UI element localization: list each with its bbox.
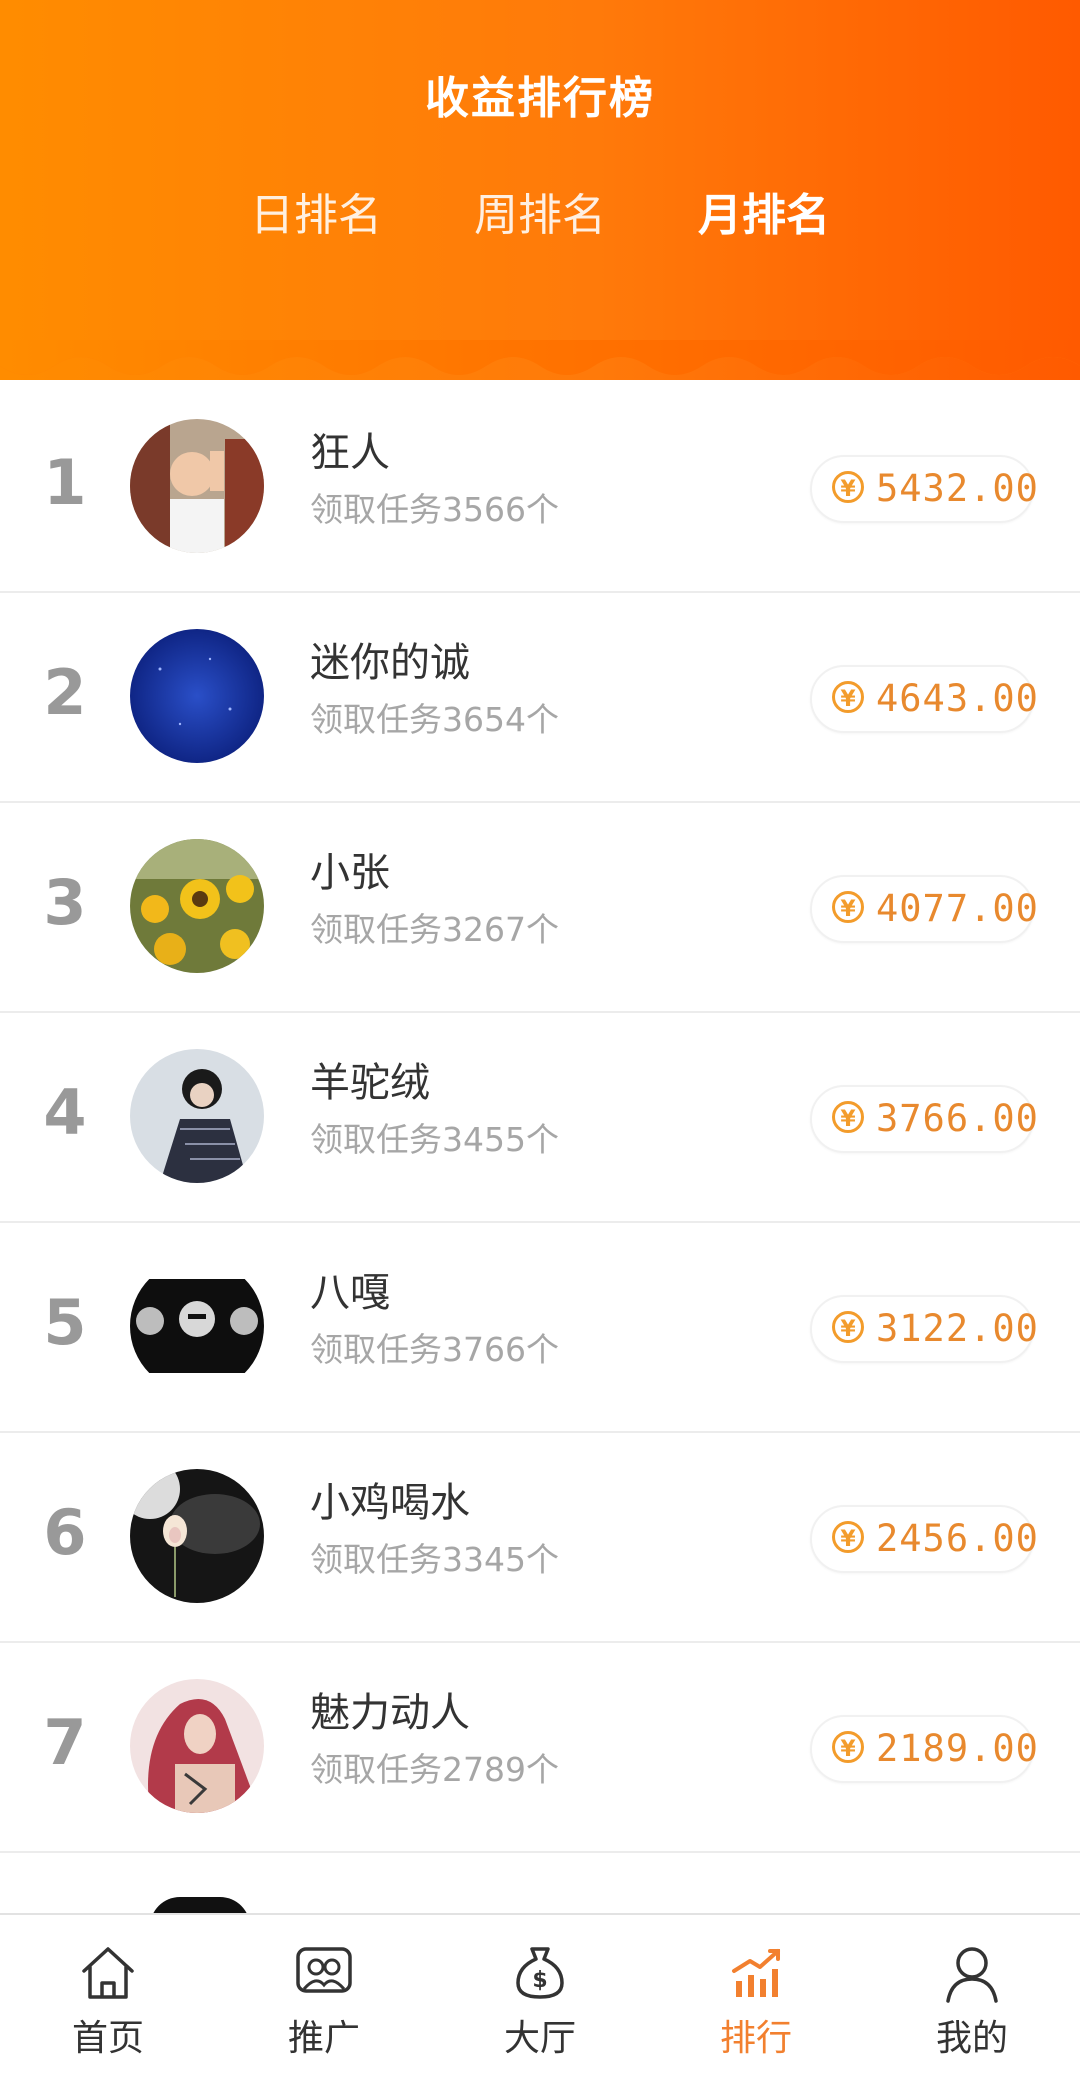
earnings-badge: ¥ 2189.00 (810, 1715, 1038, 1783)
earnings-amount: 2456.00 (876, 1517, 1039, 1560)
earnings-amount: 5432.00 (876, 467, 1039, 510)
ranking-row[interactable]: 7 魅力动人 领取任务2789个 ¥ 2189.00 (0, 1643, 1080, 1853)
rank-number: 1 (43, 446, 87, 519)
nav-mine[interactable]: 我的 (864, 1915, 1080, 2099)
task-count: 领取任务3267个 (310, 910, 559, 949)
nav-home[interactable]: 首页 (0, 1915, 216, 2099)
earnings-badge: ¥ 4643.00 (810, 665, 1038, 733)
rank-number: 5 (43, 1286, 87, 1359)
yuan-coin-icon: ¥ (832, 1311, 864, 1343)
avatar[interactable] (130, 1679, 264, 1813)
ranking-row[interactable]: 2 迷你的诚 领取任务3654个 ¥ 4643.00 (0, 593, 1080, 803)
nav-label: 我的 (935, 2018, 1008, 2059)
earnings-amount: 3766.00 (876, 1097, 1039, 1140)
nav-label: 排行 (719, 2018, 792, 2059)
ranking-row[interactable]: 1 狂人 领取任务3566个 ¥ 5432.00 (0, 383, 1080, 593)
task-count: 领取任务3766个 (310, 1330, 559, 1369)
header-banner: 收益排行榜 日排名 周排名 月排名 (0, 0, 1080, 380)
user-name: 小鸡喝水 (310, 1480, 470, 1526)
home-icon (82, 1947, 134, 1999)
svg-text:$: $ (532, 1968, 547, 1993)
ranking-chart-icon (732, 1949, 780, 1997)
user-name: 羊驼绒 (310, 1060, 430, 1106)
task-count: 领取任务3345个 (310, 1540, 559, 1579)
yuan-coin-icon: ¥ (832, 681, 864, 713)
user-name: 八嘎 (310, 1270, 390, 1316)
earnings-amount: 3122.00 (876, 1307, 1039, 1350)
tab-monthly-ranking[interactable]: 月排名 (664, 186, 864, 246)
yuan-coin-icon: ¥ (832, 471, 864, 503)
earnings-badge: ¥ 3122.00 (810, 1295, 1038, 1363)
task-count: 领取任务3566个 (310, 490, 559, 529)
nav-label: 大厅 (503, 2018, 576, 2059)
ranking-list: 1 狂人 领取任务3566个 ¥ 5432.00 2 迷你的诚 领取任务3654… (0, 383, 1080, 1853)
earnings-badge: ¥ 2456.00 (810, 1505, 1038, 1573)
ranking-row[interactable]: 3 小张 领取任务3267个 ¥ 4077.00 (0, 803, 1080, 1013)
tab-daily-ranking[interactable]: 日排名 (216, 186, 416, 246)
bottom-navigation: 首页 推广 $ 大厅 排行 我的 (0, 1913, 1080, 2099)
nav-promote[interactable]: 推广 (216, 1915, 432, 2099)
task-count: 领取任务2789个 (310, 1750, 559, 1789)
yuan-coin-icon: ¥ (832, 1521, 864, 1553)
rank-number: 7 (43, 1706, 87, 1779)
user-name: 魅力动人 (310, 1690, 470, 1736)
earnings-badge: ¥ 5432.00 (810, 455, 1038, 523)
nav-label: 首页 (71, 2018, 144, 2059)
earnings-amount: 4643.00 (876, 677, 1039, 720)
nav-hall[interactable]: $ 大厅 (432, 1915, 648, 2099)
ranking-row[interactable]: 5 八嘎 领取任务3766个 ¥ 3122.00 (0, 1223, 1080, 1433)
tab-weekly-ranking[interactable]: 周排名 (440, 186, 640, 246)
promote-icon (296, 1947, 352, 1993)
yuan-coin-icon: ¥ (832, 1731, 864, 1763)
earnings-badge: ¥ 3766.00 (810, 1085, 1038, 1153)
earnings-amount: 4077.00 (876, 887, 1039, 930)
rank-number: 4 (43, 1076, 87, 1149)
task-count: 领取任务3654个 (310, 700, 559, 739)
avatar[interactable] (130, 629, 264, 763)
avatar[interactable] (130, 1469, 264, 1603)
avatar[interactable] (130, 419, 264, 553)
user-name: 小张 (310, 850, 390, 896)
rank-number: 6 (43, 1496, 87, 1569)
ranking-row[interactable]: 4 羊驼绒 领取任务3455个 ¥ 3766.00 (0, 1013, 1080, 1223)
user-name: 迷你的诚 (310, 640, 470, 686)
user-icon (946, 1947, 998, 2003)
rank-number: 3 (43, 866, 87, 939)
yuan-coin-icon: ¥ (832, 1101, 864, 1133)
user-name: 狂人 (310, 430, 390, 476)
earnings-badge: ¥ 4077.00 (810, 875, 1038, 943)
earnings-amount: 2189.00 (876, 1727, 1039, 1770)
ranking-row[interactable]: 6 小鸡喝水 领取任务3345个 ¥ 2456.00 (0, 1433, 1080, 1643)
yuan-coin-icon: ¥ (832, 891, 864, 923)
page-title: 收益排行榜 (425, 73, 655, 124)
task-count: 领取任务3455个 (310, 1120, 559, 1159)
avatar[interactable] (130, 839, 264, 973)
avatar[interactable] (130, 1259, 264, 1393)
money-bag-icon: $ (516, 1947, 564, 1999)
nav-label: 推广 (287, 2018, 360, 2059)
rank-number: 2 (43, 656, 87, 729)
avatar[interactable] (130, 1049, 264, 1183)
nav-ranking[interactable]: 排行 (648, 1915, 864, 2099)
ranking-tabs: 日排名 周排名 月排名 (0, 186, 1080, 246)
